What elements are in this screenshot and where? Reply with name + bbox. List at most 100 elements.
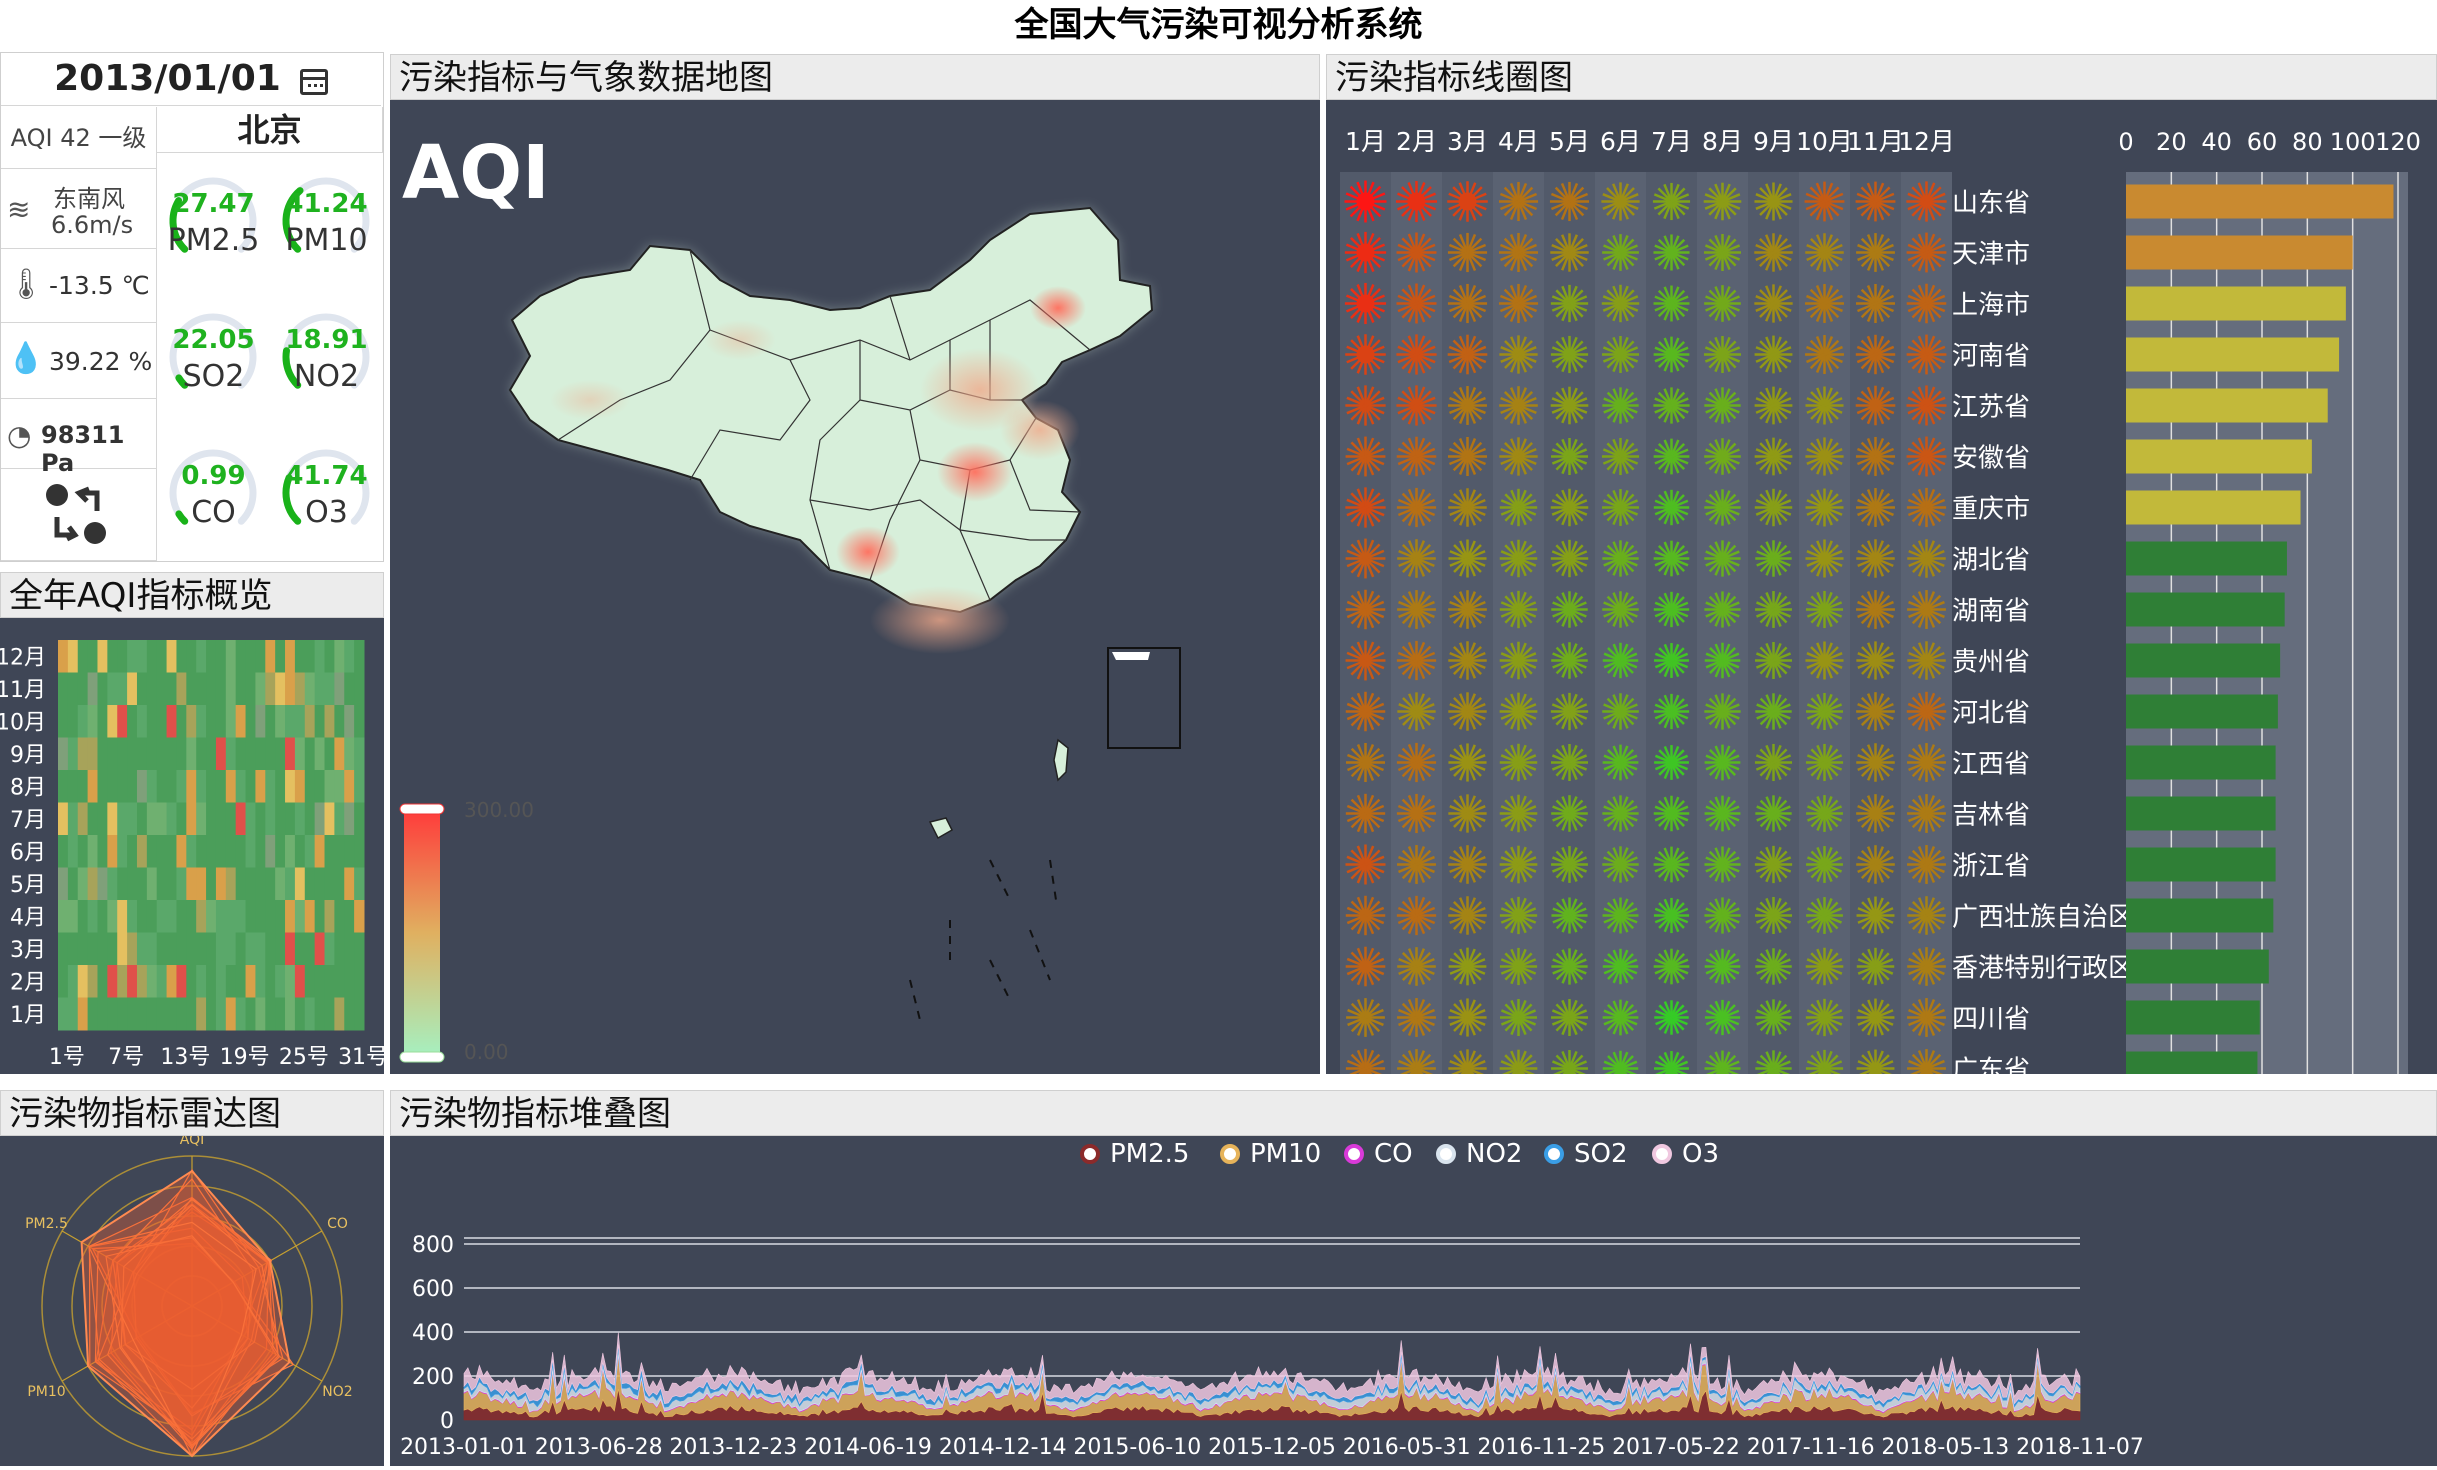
month-star — [1498, 181, 1539, 222]
heatmap-cell — [196, 835, 207, 868]
heatmap-cell — [146, 640, 158, 673]
hotspot-west — [550, 380, 630, 420]
radar-axis-label: NO2 — [322, 1384, 352, 1400]
month-star — [1804, 181, 1845, 222]
heatmap-cell — [334, 640, 345, 673]
heatmap-cell — [127, 737, 138, 771]
heatmap-cell — [304, 997, 316, 1031]
gauge-label: O3 — [305, 495, 348, 530]
month-label: 9月 — [1753, 127, 1794, 156]
province-bar — [2126, 184, 2394, 219]
heatmap-cell — [107, 867, 118, 901]
heatmap-cell — [344, 672, 355, 706]
heatmap-month-label: 2月 — [10, 970, 46, 995]
heatmap-cell — [87, 770, 98, 803]
heatmap-cell — [146, 965, 158, 998]
heatmap-cell — [87, 737, 98, 771]
calendar-icon[interactable] — [299, 68, 328, 95]
china-map[interactable] — [390, 100, 1320, 1074]
wind-direction: 东南风 — [53, 185, 125, 213]
heatmap-cell — [67, 802, 79, 836]
heatmap-cell — [285, 900, 296, 933]
month-star — [1396, 895, 1437, 936]
date-display[interactable]: 2013/01/01 — [1, 53, 381, 106]
month-star — [1856, 590, 1895, 629]
month-label: 11月 — [1847, 127, 1904, 156]
heatmap-cell — [294, 900, 306, 933]
heatmap-cell — [334, 997, 345, 1031]
heatmap-day-label: 13号 — [160, 1045, 210, 1070]
heatmap-cell — [314, 835, 326, 868]
heatmap-cell — [127, 640, 138, 673]
month-star — [1855, 283, 1896, 324]
heatmap-cell — [324, 737, 335, 771]
heatmap-cell — [265, 770, 276, 803]
heatmap-cell — [245, 705, 256, 738]
heatmap-cell — [127, 672, 138, 706]
month-star — [1602, 846, 1639, 883]
month-star — [1345, 640, 1386, 681]
heatmap-cell — [58, 672, 69, 706]
month-star — [1754, 182, 1793, 221]
month-star — [1755, 591, 1792, 628]
month-star — [1447, 436, 1488, 477]
heatmap-cell — [324, 932, 335, 966]
month-label: 2月 — [1396, 127, 1437, 156]
province-label: 山东省 — [1952, 189, 2030, 219]
heatmap-cell — [265, 997, 276, 1031]
heatmap-cell — [107, 640, 118, 673]
province-bar — [2126, 541, 2287, 576]
heatmap-cell — [225, 965, 237, 998]
heatmap-cell — [58, 737, 69, 771]
month-star — [1395, 180, 1438, 223]
heatmap-cell — [77, 672, 89, 706]
heatmap-cell — [265, 932, 276, 966]
swap-cell[interactable] — [1, 469, 157, 561]
stack-x-label: 2017-05-22 — [1612, 1435, 1740, 1460]
month-star — [1448, 488, 1487, 527]
month-star — [1499, 488, 1538, 527]
heatmap-cell — [97, 672, 108, 706]
gauge-label: SO2 — [182, 359, 245, 394]
month-label: 7月 — [1651, 127, 1692, 156]
month-star — [1448, 386, 1487, 425]
month-star — [1397, 947, 1436, 986]
heatmap-cell — [136, 835, 148, 868]
heatmap-cell — [265, 835, 276, 868]
map-panel[interactable]: AQI 300.00 0.00 — [390, 100, 1320, 1074]
month-star — [1602, 948, 1639, 985]
heatmap-cell — [275, 932, 286, 966]
swap-icon[interactable] — [43, 479, 113, 549]
heatmap-cell — [206, 802, 217, 836]
month-star — [1755, 795, 1792, 832]
heatmap-cell — [314, 672, 326, 706]
hotspot-northeast — [1030, 286, 1086, 330]
month-star — [1855, 334, 1896, 375]
heatmap-cell — [77, 900, 89, 933]
month-star — [1551, 897, 1588, 934]
heatmap-cell — [215, 932, 227, 966]
heatmap-cell — [235, 802, 247, 836]
month-star — [1602, 387, 1639, 424]
month-star — [1704, 387, 1741, 424]
heatmap-cell — [304, 672, 316, 706]
city-name[interactable]: 北京 — [157, 107, 383, 153]
month-star — [1602, 693, 1639, 730]
heatmap-month-label: 1月 — [10, 1003, 46, 1028]
province-bar — [2126, 796, 2276, 831]
gauge-value: 41.74 — [285, 461, 368, 491]
month-star — [1754, 743, 1793, 782]
stack-x-label: 2016-11-25 — [1477, 1435, 1605, 1460]
heatmap-cell — [235, 835, 247, 868]
heatmap-cell — [146, 900, 158, 933]
heatmap-cell — [58, 802, 69, 836]
heatmap-cell — [196, 867, 207, 901]
temperature-value: -13.5 ℃ — [49, 271, 150, 300]
heatmap-cell — [58, 835, 69, 868]
month-star — [1906, 181, 1947, 222]
heatmap-cell — [107, 802, 118, 836]
heatmap-cell — [186, 997, 197, 1031]
heatmap-cell — [176, 867, 187, 901]
month-star — [1602, 540, 1639, 577]
month-star — [1396, 742, 1437, 783]
